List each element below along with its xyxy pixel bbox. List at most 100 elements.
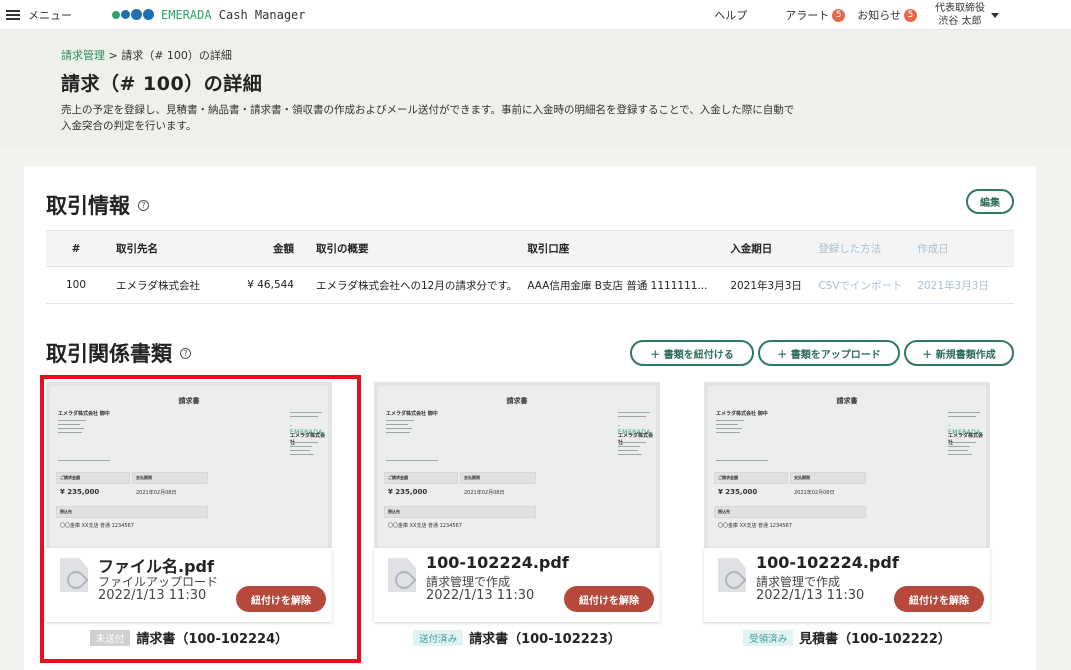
notices-label: お知らせ: [857, 9, 901, 22]
deal-client: エメラダ株式会社: [106, 266, 226, 304]
document-date: 2022/1/13 11:30: [426, 588, 535, 603]
page-description-line: 入金突合の判定を行います。: [61, 120, 197, 132]
deal-table: # 取引先名 金額 取引の概要 取引口座 入金期日 登録した方法 作成日 100…: [46, 230, 1014, 304]
user-menu[interactable]: 代表取締役 渋谷 太郎: [935, 2, 999, 28]
user-role: 代表取締役: [935, 3, 985, 14]
preview-due: 2021年02月08日: [136, 490, 177, 496]
preview-bank-label: 振込先: [388, 509, 400, 514]
invoice-thumbnail: 請求書 エメラダ株式会社 御中 -EMERADA- エメラダ株式会社 ご請求金額…: [378, 386, 656, 548]
preview-bank: 〇〇金庫 XX支店 普通 1234567: [718, 523, 792, 529]
main-card: 取引情報 ? 編集 # 取引先名 金額 取引の概要 取引口座 入金期日 登録した…: [24, 166, 1036, 670]
deal-info-heading: 取引情報 ?: [46, 190, 149, 220]
edit-button[interactable]: 編集: [966, 189, 1014, 214]
preview-bank: 〇〇金庫 XX支店 普通 1234567: [388, 523, 462, 529]
preview-to: エメラダ株式会社 御中: [716, 411, 768, 417]
column-header: 金額: [226, 230, 306, 267]
deal-created: 2021年3月3日: [907, 266, 1014, 304]
documents-heading: 取引関係書類 ?: [46, 338, 191, 368]
document-card[interactable]: 請求書 エメラダ株式会社 御中 -EMERADA- エメラダ株式会社 ご請求金額…: [374, 382, 660, 650]
logo-dots-icon: [112, 9, 155, 20]
help-link[interactable]: ヘルプ: [714, 7, 747, 23]
breadcrumb: 請求管理 > 請求（# 100）の詳細: [61, 47, 232, 63]
document-date: 2022/1/13 11:30: [98, 588, 207, 603]
user-name: 渋谷 太郎: [938, 16, 982, 27]
page-description: 売上の予定を登録し、見積書・納品書・請求書・領収書の作成およびメール送付ができま…: [61, 102, 921, 134]
unlink-button[interactable]: 紐付けを解除: [564, 586, 654, 612]
preview-company: エメラダ株式会社: [948, 433, 984, 446]
brand-name: EMERADA: [161, 7, 212, 22]
preview-due-label: 支払期限: [136, 475, 152, 480]
document-label[interactable]: 請求書（100-102224）: [136, 632, 288, 647]
column-header: 登録した方法: [808, 230, 908, 267]
alerts-link[interactable]: アラート 5: [785, 7, 846, 23]
document-preview[interactable]: 請求書 エメラダ株式会社 御中 -EMERADA- エメラダ株式会社 ご請求金額…: [704, 382, 990, 548]
preview-due-label: 支払期限: [794, 475, 810, 480]
column-header: 入金期日: [720, 230, 809, 267]
status-badge: 送付済み: [413, 630, 464, 646]
breadcrumb-current: 請求（# 100）の詳細: [121, 49, 232, 62]
status-badge: 未送付: [89, 630, 131, 646]
document-preview[interactable]: 請求書 エメラダ株式会社 御中 -EMERADA- エメラダ株式会社 ご請求金額…: [46, 382, 332, 548]
notices-link[interactable]: お知らせ 5: [857, 7, 917, 23]
deal-amount: ¥ 46,544: [226, 266, 306, 304]
chevron-down-icon: [991, 12, 999, 18]
preview-to: エメラダ株式会社 御中: [58, 411, 110, 417]
menu-label: メニュー: [28, 8, 72, 22]
document-card[interactable]: 請求書 エメラダ株式会社 御中 -EMERADA- エメラダ株式会社 ご請求金額…: [46, 382, 332, 650]
preview-amount: ¥ 235,000: [718, 488, 758, 496]
deal-id: 100: [46, 266, 106, 304]
table-row[interactable]: 100 エメラダ株式会社 ¥ 46,544 エメラダ株式会社への12月の請求分で…: [46, 266, 1014, 304]
new-document-button[interactable]: ＋ 新規書類作成: [904, 340, 1014, 366]
help-icon[interactable]: ?: [138, 199, 149, 211]
unlink-button[interactable]: 紐付けを解除: [894, 586, 984, 612]
notices-count-badge: 5: [904, 8, 917, 22]
deal-summary: エメラダ株式会社への12月の請求分です。: [306, 266, 518, 304]
unlink-button[interactable]: 紐付けを解除: [236, 586, 326, 612]
preview-company: エメラダ株式会社: [618, 433, 654, 446]
preview-bank: 〇〇金庫 XX支店 普通 1234567: [60, 523, 134, 529]
pdf-file-icon: [718, 558, 746, 592]
preview-amount: ¥ 235,000: [60, 488, 100, 496]
column-header: 取引口座: [517, 230, 721, 267]
preview-to: エメラダ株式会社 御中: [386, 411, 438, 417]
preview-due: 2021年02月08日: [464, 490, 505, 496]
document-preview[interactable]: 請求書 エメラダ株式会社 御中 -EMERADA- エメラダ株式会社 ご請求金額…: [374, 382, 660, 548]
document-info: 100-102224.pdf 請求管理で作成 2022/1/13 11:30 紐…: [374, 548, 660, 622]
preview-amount-label: ご請求金額: [388, 475, 408, 480]
document-info: ファイル名.pdf ファイルアップロード 2022/1/13 11:30 紐付け…: [46, 548, 332, 622]
preview-amount: ¥ 235,000: [388, 488, 428, 496]
preview-title: 請求書: [836, 397, 858, 405]
document-filename[interactable]: 100-102224.pdf: [426, 553, 569, 572]
preview-title: 請求書: [178, 397, 200, 405]
page-description-line: 売上の予定を登録し、見積書・納品書・請求書・領収書の作成およびメール送付ができま…: [61, 104, 795, 116]
top-bar: メニュー EMERADA Cash Manager ヘルプ アラート 5 お知ら…: [0, 0, 1071, 30]
deal-info-title: 取引情報: [46, 194, 130, 218]
breadcrumb-separator: >: [105, 49, 122, 62]
menu-button[interactable]: メニュー: [6, 7, 72, 23]
upload-document-button[interactable]: ＋ 書類をアップロード: [758, 340, 900, 366]
preview-amount-label: ご請求金額: [718, 475, 738, 480]
document-label[interactable]: 見積書（100-102222）: [799, 632, 951, 647]
documents-title: 取引関係書類: [46, 342, 172, 366]
help-icon[interactable]: ?: [180, 347, 191, 359]
app-logo[interactable]: EMERADA Cash Manager: [112, 8, 306, 22]
pdf-file-icon: [388, 558, 416, 592]
document-status-line: 受領済み 見積書（100-102222）: [704, 628, 990, 647]
deal-due: 2021年3月3日: [720, 266, 809, 304]
document-label[interactable]: 請求書（100-102223）: [469, 632, 621, 647]
column-header: 取引の概要: [306, 230, 518, 267]
alerts-count-badge: 5: [832, 8, 846, 22]
hamburger-icon: [6, 9, 20, 20]
breadcrumb-link-billing[interactable]: 請求管理: [61, 49, 105, 62]
app-name: Cash Manager: [211, 7, 306, 22]
document-info: 100-102224.pdf 請求管理で作成 2022/1/13 11:30 紐…: [704, 548, 990, 622]
link-document-button[interactable]: ＋ 書類を紐付ける: [630, 340, 754, 366]
document-card[interactable]: 請求書 エメラダ株式会社 御中 -EMERADA- エメラダ株式会社 ご請求金額…: [704, 382, 990, 650]
invoice-thumbnail: 請求書 エメラダ株式会社 御中 -EMERADA- エメラダ株式会社 ご請求金額…: [50, 386, 328, 548]
page-title: 請求（# 100）の詳細: [61, 73, 263, 95]
deal-method: CSVでインポート: [808, 266, 908, 304]
preview-bank-label: 振込先: [60, 509, 72, 514]
document-filename[interactable]: 100-102224.pdf: [756, 553, 899, 572]
page-header: 請求管理 > 請求（# 100）の詳細 請求（# 100）の詳細 売上の予定を登…: [0, 30, 1071, 146]
document-status-line: 送付済み 請求書（100-102223）: [374, 628, 660, 647]
